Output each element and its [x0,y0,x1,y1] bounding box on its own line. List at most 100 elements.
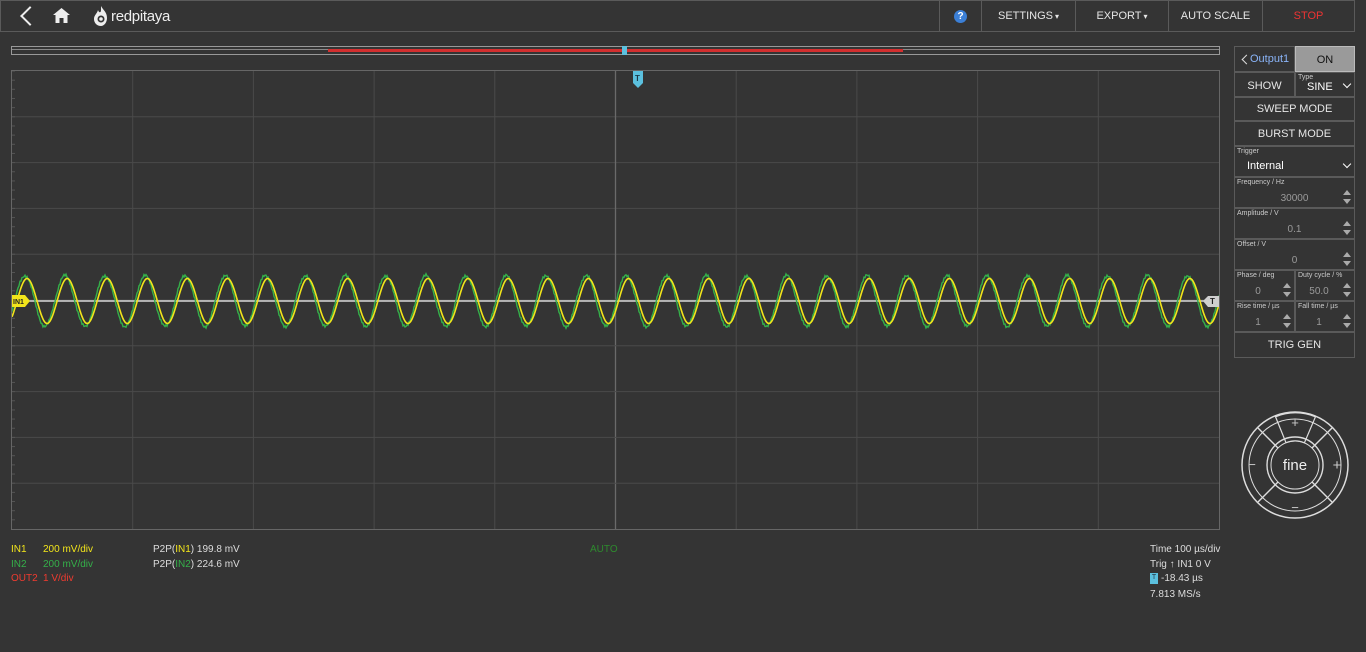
frequency-spinner-icon[interactable] [1343,190,1351,204]
phase-spinner-icon[interactable] [1283,283,1291,297]
export-menu[interactable]: EXPORT ▾ [1075,1,1168,31]
logo-text: redpitaya [111,7,171,25]
trig-gen-label: TRIG GEN [1267,339,1322,351]
fall-value: 1 [1316,317,1322,328]
amplitude-field[interactable]: Amplitude / V 0.1 [1234,208,1355,239]
trigger-source-select[interactable]: Trigger Internal [1234,146,1355,177]
chevron-down-icon [1342,79,1352,89]
trigger-prefix: Trig [1150,558,1167,570]
back-icon[interactable] [20,6,40,26]
phase-field[interactable]: Phase / deg 0 [1234,270,1295,301]
channel-row-in2[interactable]: IN2 200 mV/div [11,558,93,573]
dial-right-plus-icon[interactable]: + [1333,457,1342,474]
type-value: SINE [1307,81,1333,93]
waveform-type-select[interactable]: Type SINE [1295,72,1355,97]
fine-adjust-dial: fine + − − + [1241,411,1349,519]
trigger-mode-status: AUTO [590,544,618,555]
settings-menu[interactable]: SETTINGS ▾ [981,1,1075,31]
sample-rate: 7.813 MS/s [1150,588,1201,600]
amplitude-value: 0.1 [1287,224,1302,235]
logo-flame-icon [94,6,107,26]
settings-caret-icon: ▾ [1055,11,1060,21]
stop-button[interactable]: STOP [1262,1,1354,31]
timeline-view-window[interactable] [328,49,903,52]
toolbar-left [1,1,40,31]
burst-mode-label: BURST MODE [1257,127,1332,140]
export-label: EXPORT [1096,10,1142,22]
duty-value: 50.0 [1309,286,1329,297]
toolbar-right: ? SETTINGS ▾ EXPORT ▾ AUTO SCALE STOP [939,1,1354,31]
dial-up-plus-icon[interactable]: + [1291,415,1299,430]
measurement-value: 199.8 mV [196,544,240,555]
output-on-toggle[interactable]: ON [1295,46,1355,72]
oscilloscope-plot[interactable]: IN1 T T [11,70,1220,530]
trigger-rising-edge-icon: ↑ [1169,558,1175,570]
trigger-source: IN1 0 V [1177,558,1211,570]
export-caret-icon: ▾ [1143,11,1148,21]
rise-value: 1 [1255,317,1261,328]
top-toolbar: redpitaya ? SETTINGS ▾ EXPORT ▾ AUTO SCALE… [0,0,1355,32]
measurement-prefix: P2P( [153,558,176,570]
frequency-label: Frequency / Hz [1237,179,1285,186]
amplitude-spinner-icon[interactable] [1343,221,1351,235]
offset-spinner-icon[interactable] [1343,252,1351,266]
dial-down-minus-icon[interactable]: − [1291,500,1299,515]
amplitude-label: Amplitude / V [1237,210,1279,217]
fall-spinner-icon[interactable] [1343,314,1351,328]
show-button[interactable]: SHOW [1234,72,1295,97]
autoscale-button[interactable]: AUTO SCALE [1168,1,1262,31]
rise-time-field[interactable]: Rise time / µs 1 [1234,301,1295,332]
phase-value: 0 [1255,286,1261,297]
measurement-prefix: P2P( [153,544,176,555]
burst-mode-button[interactable]: BURST MODE [1234,121,1355,146]
sweep-mode-button[interactable]: SWEEP MODE [1234,97,1355,121]
generator-panel: Output1 ON SHOW Type SINE SWEEP MODE BUR… [1234,46,1355,358]
trigger-time-badge-icon: T [1150,572,1158,584]
measurement-suffix: ) [190,558,195,570]
offset-label: Offset / V [1237,241,1267,248]
duty-label: Duty cycle / % [1298,272,1343,279]
type-label: Type [1298,74,1314,81]
in1-marker-label: IN1 [13,299,24,306]
trigger-info: Trig ↑ IN1 0 V [1150,558,1220,573]
frequency-value: 30000 [1280,193,1309,204]
channel-scale: 200 mV/div [43,544,94,555]
trigger-value: Internal [1247,160,1284,172]
fall-time-field[interactable]: Fall time / µs 1 [1295,301,1355,332]
dial-left-minus-icon[interactable]: − [1248,457,1256,472]
measurement-suffix: ) [190,544,195,555]
channel-row-out2[interactable]: OUT2 1 V/div [11,572,93,587]
measurement-row[interactable]: P2P(IN2) 224.6 mV [153,558,240,573]
timeline-trigger-marker[interactable] [622,46,627,55]
show-label: SHOW [1247,80,1282,92]
help-button[interactable]: ? [939,1,981,31]
time-offset-value: -18.43 µs [1161,573,1203,584]
help-icon: ? [954,9,967,23]
trigger-time-label: T [635,74,640,83]
trig-gen-button[interactable]: TRIG GEN [1234,332,1355,358]
output1-collapse-button[interactable]: Output1 [1234,46,1295,72]
rise-spinner-icon[interactable] [1283,314,1291,328]
measurement-channel: IN2 [175,558,191,570]
channel-row-in1[interactable]: IN1 200 mV/div [11,543,93,558]
output1-label: Output1 [1250,53,1290,65]
buffer-timeline[interactable] [11,46,1220,55]
offset-field[interactable]: Offset / V 0 [1234,239,1355,270]
channel-scale: 1 V/div [43,573,74,584]
time-per-div: Time 100 µs/div [1150,544,1221,555]
timing-info: Time 100 µs/div Trig ↑ IN1 0 V T -18.43 µ… [1150,543,1220,602]
frequency-field[interactable]: Frequency / Hz 30000 [1234,177,1355,208]
measurement-channel: IN1 [175,544,191,555]
dial-fine-label: fine [1283,457,1307,474]
measurements: P2P(IN1) 199.8 mV P2P(IN2) 224.6 mV [153,543,240,572]
duty-cycle-field[interactable]: Duty cycle / % 50.0 [1295,270,1355,301]
output-on-label: ON [1316,54,1334,66]
measurement-row[interactable]: P2P(IN1) 199.8 mV [153,543,240,558]
sweep-mode-label: SWEEP MODE [1256,103,1333,115]
plot-canvas: IN1 T T [12,71,1219,529]
channel-name: OUT2 [11,573,38,584]
redpitaya-logo[interactable]: redpitaya [93,6,170,26]
channel-name: IN2 [11,558,27,570]
duty-spinner-icon[interactable] [1343,283,1351,297]
home-icon[interactable] [53,8,70,23]
